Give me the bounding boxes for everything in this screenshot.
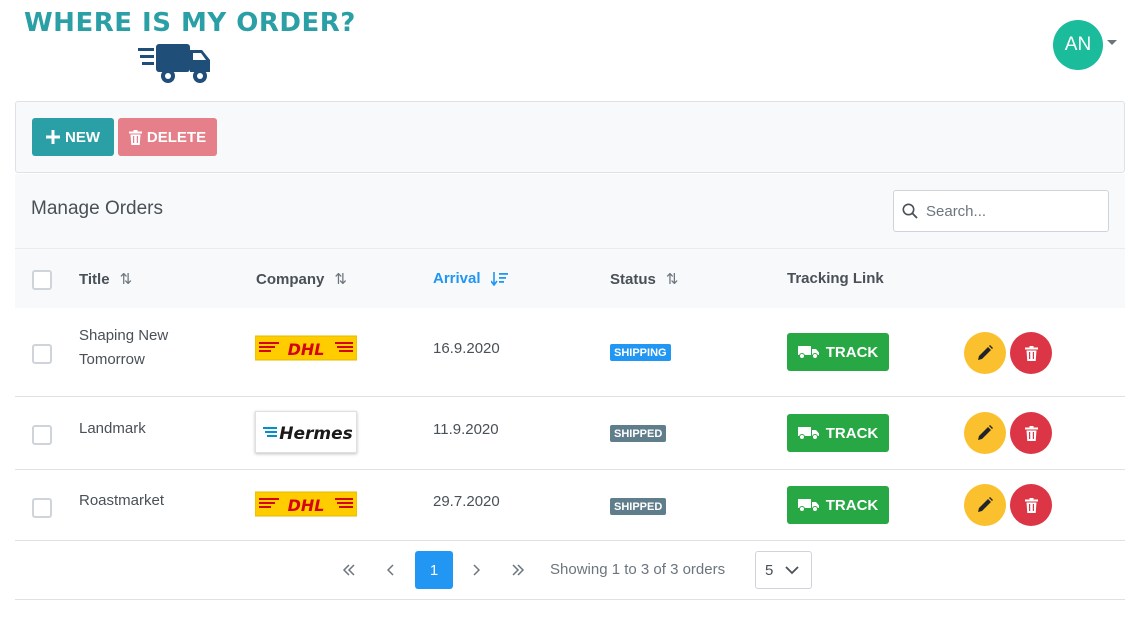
sort-icon: ⇅ bbox=[119, 271, 133, 288]
rows-per-page-dropdown[interactable]: 5 bbox=[755, 551, 812, 589]
toolbar: NEW DELETE bbox=[15, 101, 1125, 173]
column-header-company[interactable]: Company ⇅ bbox=[256, 270, 347, 289]
svg-text:DHL: DHL bbox=[288, 496, 325, 515]
row-delete-button[interactable] bbox=[1010, 412, 1052, 454]
table-row: Roastmarket DHL 29.7.2020 SHIPPED TRACK bbox=[15, 470, 1125, 541]
pencil-icon bbox=[978, 425, 993, 440]
edit-button[interactable] bbox=[964, 332, 1006, 374]
search-input[interactable] bbox=[926, 202, 1096, 220]
table-row: Shaping New Tomorrow DHL 16.9.2020 SHIPP… bbox=[15, 308, 1125, 397]
double-chevron-left-icon bbox=[342, 564, 355, 576]
first-page-button[interactable] bbox=[330, 551, 368, 589]
chevron-down-icon bbox=[785, 565, 799, 574]
pencil-icon bbox=[978, 345, 993, 360]
track-button-label: TRACK bbox=[825, 343, 879, 361]
row-checkbox[interactable] bbox=[32, 498, 52, 518]
track-button[interactable]: TRACK bbox=[787, 333, 889, 371]
dhl-logo: DHL bbox=[254, 488, 358, 528]
paginator: 1 Showing 1 to 3 of 3 orders 5 bbox=[15, 541, 1125, 600]
caret-down-icon[interactable] bbox=[1107, 40, 1117, 45]
pencil-icon bbox=[978, 497, 993, 512]
column-header-arrival[interactable]: Arrival bbox=[433, 270, 509, 287]
user-avatar[interactable]: AN bbox=[1053, 20, 1103, 70]
delivery-truck-icon bbox=[138, 44, 210, 83]
row-delete-button[interactable] bbox=[1010, 332, 1052, 374]
page-report: Showing 1 to 3 of 3 orders bbox=[550, 561, 726, 578]
trash-icon bbox=[1024, 345, 1038, 361]
trash-icon bbox=[1024, 425, 1038, 441]
track-button[interactable]: TRACK bbox=[787, 414, 889, 452]
truck-icon bbox=[797, 346, 819, 359]
chevron-left-icon bbox=[387, 564, 394, 576]
trash-icon bbox=[1024, 497, 1038, 513]
search-icon bbox=[902, 203, 918, 219]
svg-text:Hermes: Hermes bbox=[279, 424, 353, 444]
hermes-logo: Hermes bbox=[255, 411, 357, 453]
user-initials: AN bbox=[1064, 34, 1092, 55]
track-button-label: TRACK bbox=[825, 424, 879, 442]
row-delete-button[interactable] bbox=[1010, 484, 1052, 526]
page-button-1[interactable]: 1 bbox=[415, 551, 453, 589]
column-header-status[interactable]: Status ⇅ bbox=[610, 270, 679, 289]
order-title: Shaping New Tomorrow bbox=[79, 327, 169, 368]
order-title: Landmark bbox=[79, 420, 146, 437]
last-page-button[interactable] bbox=[499, 551, 537, 589]
edit-button[interactable] bbox=[964, 412, 1006, 454]
header-divider bbox=[15, 248, 1125, 249]
column-header-tracking: Tracking Link bbox=[787, 270, 884, 287]
new-button[interactable]: NEW bbox=[32, 118, 114, 156]
order-title: Roastmarket bbox=[79, 492, 165, 509]
dhl-logo: DHL bbox=[254, 332, 358, 372]
arrival-date: 16.9.2020 bbox=[433, 340, 500, 357]
table-header: Manage Orders Title ⇅ Company ⇅ Arrival … bbox=[15, 174, 1125, 308]
search-box[interactable] bbox=[893, 190, 1109, 232]
rows-per-page-value: 5 bbox=[765, 561, 774, 579]
app-logo: WHERE IS MY ORDER? bbox=[24, 6, 355, 86]
svg-text:DHL: DHL bbox=[288, 340, 325, 359]
track-button-label: TRACK bbox=[825, 496, 879, 514]
column-header-title[interactable]: Title ⇅ bbox=[79, 270, 133, 289]
prev-page-button[interactable] bbox=[372, 551, 410, 589]
table-title: Manage Orders bbox=[31, 198, 164, 219]
trash-icon bbox=[128, 129, 142, 145]
logo-text: WHERE IS MY ORDER? bbox=[24, 8, 356, 38]
sort-icon: ⇅ bbox=[665, 271, 679, 288]
sort-icon: ⇅ bbox=[334, 271, 347, 288]
table-row: Landmark Hermes 11.9.2020 SHIPPED TRACK bbox=[15, 397, 1125, 470]
row-checkbox[interactable] bbox=[32, 344, 52, 364]
delete-button[interactable]: DELETE bbox=[118, 118, 217, 156]
track-button[interactable]: TRACK bbox=[787, 486, 889, 524]
truck-icon bbox=[797, 427, 819, 440]
plus-icon bbox=[46, 130, 60, 144]
chevron-right-icon bbox=[473, 564, 480, 576]
arrival-date: 11.9.2020 bbox=[433, 421, 499, 438]
status-badge: SHIPPED bbox=[610, 425, 667, 442]
next-page-button[interactable] bbox=[457, 551, 495, 589]
status-badge: SHIPPING bbox=[610, 344, 671, 361]
new-button-label: NEW bbox=[65, 128, 100, 146]
truck-icon bbox=[797, 499, 819, 512]
sort-descending-icon bbox=[490, 271, 508, 286]
edit-button[interactable] bbox=[964, 484, 1006, 526]
double-chevron-right-icon bbox=[512, 564, 525, 576]
status-badge: SHIPPED bbox=[610, 498, 667, 515]
delete-button-label: DELETE bbox=[146, 128, 207, 146]
arrival-date: 29.7.2020 bbox=[433, 493, 500, 510]
row-checkbox[interactable] bbox=[32, 425, 52, 445]
select-all-checkbox[interactable] bbox=[32, 270, 52, 290]
